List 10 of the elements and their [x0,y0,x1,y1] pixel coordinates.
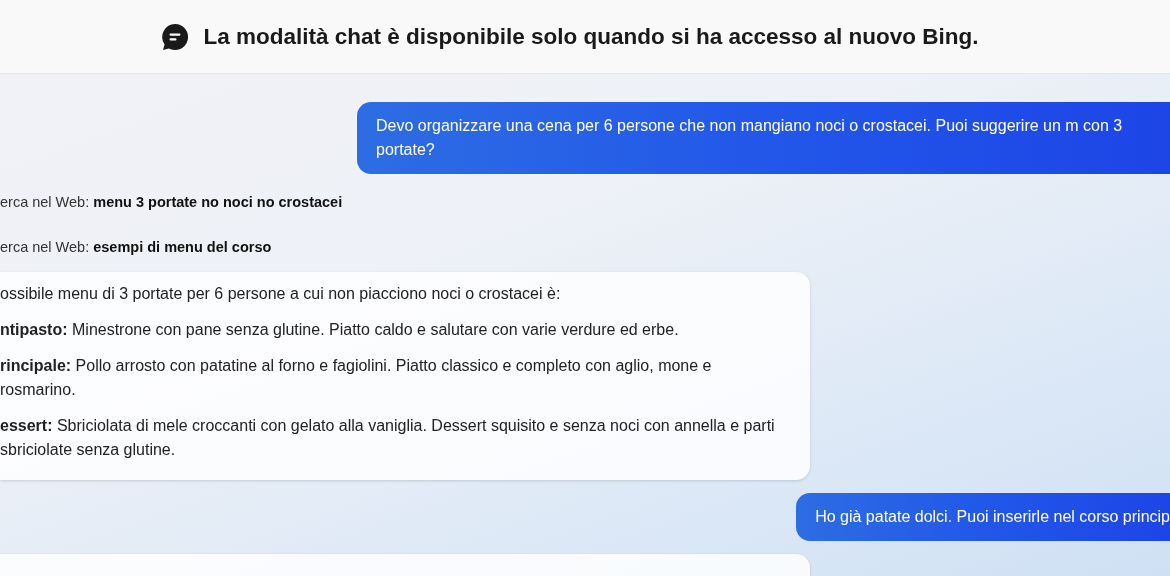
notice-text: La modalità chat è disponibile solo quando si ha accesso al nuovo Bing. [203,23,979,50]
answer-paragraph: rincipale: Pollo arrosto con patatine al forno e fagiolini. Piatto classico e completo con aglio, mone e rosmarino. [0,356,713,400]
user-message: Ho già patate dolci. Puoi inserirle nel corso princip [796,493,1170,541]
chat-icon [161,22,190,51]
answer-paragraph: essert: Sbriciolata di mele croccanti con gelato alla vaniglia. Dessert squisito e senza noci con annella e parti sbriciolate senza glutine. [0,416,776,460]
answer-paragraph: ntipasto: Minestrone con pane senza glutine. Piatto caldo e salutare con varie verdure ed erbe. [0,320,680,340]
answer-paragraph: ossibile menu di 3 portate per 6 persone a cui non piacciono noci o crostacei è: [0,284,562,304]
search-status: erca nel Web: esempi di menu del corso [0,238,273,257]
user-message: Devo organizzare una cena per 6 persone che non mangiano noci o crostacei. Puoi suggerire un m con 3 portate? [357,102,1170,174]
search-status: erca nel Web: menu 3 portate no noci no crostacei [0,193,344,212]
